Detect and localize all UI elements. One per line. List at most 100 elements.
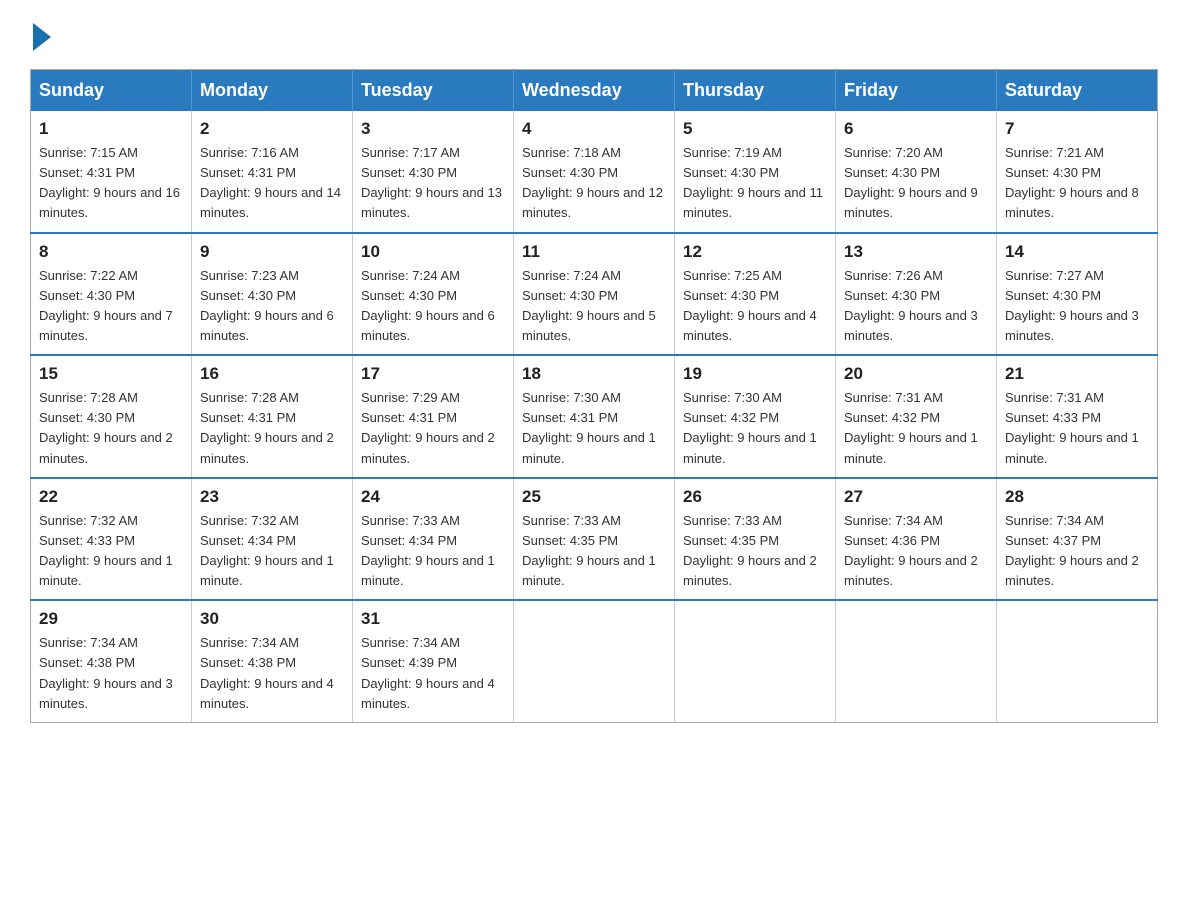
calendar-cell: 12 Sunrise: 7:25 AM Sunset: 4:30 PM Dayl… — [675, 233, 836, 356]
day-number: 31 — [361, 609, 505, 629]
calendar-cell: 26 Sunrise: 7:33 AM Sunset: 4:35 PM Dayl… — [675, 478, 836, 601]
calendar-cell: 11 Sunrise: 7:24 AM Sunset: 4:30 PM Dayl… — [514, 233, 675, 356]
day-number: 28 — [1005, 487, 1149, 507]
day-number: 13 — [844, 242, 988, 262]
calendar-cell: 14 Sunrise: 7:27 AM Sunset: 4:30 PM Dayl… — [997, 233, 1158, 356]
day-info: Sunrise: 7:33 AM Sunset: 4:35 PM Dayligh… — [522, 511, 666, 592]
day-number: 10 — [361, 242, 505, 262]
day-number: 2 — [200, 119, 344, 139]
day-number: 12 — [683, 242, 827, 262]
day-info: Sunrise: 7:34 AM Sunset: 4:38 PM Dayligh… — [200, 633, 344, 714]
day-info: Sunrise: 7:23 AM Sunset: 4:30 PM Dayligh… — [200, 266, 344, 347]
day-info: Sunrise: 7:17 AM Sunset: 4:30 PM Dayligh… — [361, 143, 505, 224]
day-number: 29 — [39, 609, 183, 629]
day-number: 8 — [39, 242, 183, 262]
day-info: Sunrise: 7:24 AM Sunset: 4:30 PM Dayligh… — [361, 266, 505, 347]
day-number: 19 — [683, 364, 827, 384]
day-number: 24 — [361, 487, 505, 507]
calendar-cell: 13 Sunrise: 7:26 AM Sunset: 4:30 PM Dayl… — [836, 233, 997, 356]
day-info: Sunrise: 7:21 AM Sunset: 4:30 PM Dayligh… — [1005, 143, 1149, 224]
calendar-week-row: 8 Sunrise: 7:22 AM Sunset: 4:30 PM Dayli… — [31, 233, 1158, 356]
day-number: 18 — [522, 364, 666, 384]
calendar-cell: 20 Sunrise: 7:31 AM Sunset: 4:32 PM Dayl… — [836, 355, 997, 478]
calendar-cell: 22 Sunrise: 7:32 AM Sunset: 4:33 PM Dayl… — [31, 478, 192, 601]
day-info: Sunrise: 7:28 AM Sunset: 4:31 PM Dayligh… — [200, 388, 344, 469]
day-number: 1 — [39, 119, 183, 139]
day-number: 23 — [200, 487, 344, 507]
calendar-cell: 30 Sunrise: 7:34 AM Sunset: 4:38 PM Dayl… — [192, 600, 353, 722]
calendar-cell — [514, 600, 675, 722]
calendar-cell: 27 Sunrise: 7:34 AM Sunset: 4:36 PM Dayl… — [836, 478, 997, 601]
weekday-header-monday: Monday — [192, 70, 353, 112]
day-number: 15 — [39, 364, 183, 384]
calendar-cell: 3 Sunrise: 7:17 AM Sunset: 4:30 PM Dayli… — [353, 111, 514, 233]
day-number: 11 — [522, 242, 666, 262]
calendar-body: 1 Sunrise: 7:15 AM Sunset: 4:31 PM Dayli… — [31, 111, 1158, 722]
calendar-cell: 7 Sunrise: 7:21 AM Sunset: 4:30 PM Dayli… — [997, 111, 1158, 233]
day-info: Sunrise: 7:30 AM Sunset: 4:31 PM Dayligh… — [522, 388, 666, 469]
day-info: Sunrise: 7:31 AM Sunset: 4:32 PM Dayligh… — [844, 388, 988, 469]
day-number: 4 — [522, 119, 666, 139]
calendar-cell: 21 Sunrise: 7:31 AM Sunset: 4:33 PM Dayl… — [997, 355, 1158, 478]
day-info: Sunrise: 7:26 AM Sunset: 4:30 PM Dayligh… — [844, 266, 988, 347]
calendar-cell: 8 Sunrise: 7:22 AM Sunset: 4:30 PM Dayli… — [31, 233, 192, 356]
day-info: Sunrise: 7:31 AM Sunset: 4:33 PM Dayligh… — [1005, 388, 1149, 469]
calendar-cell: 16 Sunrise: 7:28 AM Sunset: 4:31 PM Dayl… — [192, 355, 353, 478]
day-number: 25 — [522, 487, 666, 507]
weekday-header-friday: Friday — [836, 70, 997, 112]
weekday-header-saturday: Saturday — [997, 70, 1158, 112]
day-number: 17 — [361, 364, 505, 384]
calendar-cell: 28 Sunrise: 7:34 AM Sunset: 4:37 PM Dayl… — [997, 478, 1158, 601]
calendar-cell: 19 Sunrise: 7:30 AM Sunset: 4:32 PM Dayl… — [675, 355, 836, 478]
weekday-header-thursday: Thursday — [675, 70, 836, 112]
calendar-cell: 23 Sunrise: 7:32 AM Sunset: 4:34 PM Dayl… — [192, 478, 353, 601]
calendar-cell: 6 Sunrise: 7:20 AM Sunset: 4:30 PM Dayli… — [836, 111, 997, 233]
day-info: Sunrise: 7:32 AM Sunset: 4:34 PM Dayligh… — [200, 511, 344, 592]
calendar-week-row: 1 Sunrise: 7:15 AM Sunset: 4:31 PM Dayli… — [31, 111, 1158, 233]
calendar-cell: 24 Sunrise: 7:33 AM Sunset: 4:34 PM Dayl… — [353, 478, 514, 601]
logo-arrow-icon — [33, 23, 51, 51]
calendar-cell: 17 Sunrise: 7:29 AM Sunset: 4:31 PM Dayl… — [353, 355, 514, 478]
calendar-cell — [997, 600, 1158, 722]
calendar-cell: 4 Sunrise: 7:18 AM Sunset: 4:30 PM Dayli… — [514, 111, 675, 233]
day-number: 27 — [844, 487, 988, 507]
calendar-cell: 18 Sunrise: 7:30 AM Sunset: 4:31 PM Dayl… — [514, 355, 675, 478]
calendar-cell: 29 Sunrise: 7:34 AM Sunset: 4:38 PM Dayl… — [31, 600, 192, 722]
day-info: Sunrise: 7:29 AM Sunset: 4:31 PM Dayligh… — [361, 388, 505, 469]
day-number: 7 — [1005, 119, 1149, 139]
weekday-header-tuesday: Tuesday — [353, 70, 514, 112]
calendar-table: SundayMondayTuesdayWednesdayThursdayFrid… — [30, 69, 1158, 723]
calendar-cell: 5 Sunrise: 7:19 AM Sunset: 4:30 PM Dayli… — [675, 111, 836, 233]
calendar-cell — [675, 600, 836, 722]
day-info: Sunrise: 7:22 AM Sunset: 4:30 PM Dayligh… — [39, 266, 183, 347]
calendar-cell: 1 Sunrise: 7:15 AM Sunset: 4:31 PM Dayli… — [31, 111, 192, 233]
day-info: Sunrise: 7:34 AM Sunset: 4:37 PM Dayligh… — [1005, 511, 1149, 592]
calendar-header: SundayMondayTuesdayWednesdayThursdayFrid… — [31, 70, 1158, 112]
day-number: 16 — [200, 364, 344, 384]
day-number: 3 — [361, 119, 505, 139]
calendar-cell: 15 Sunrise: 7:28 AM Sunset: 4:30 PM Dayl… — [31, 355, 192, 478]
calendar-cell: 10 Sunrise: 7:24 AM Sunset: 4:30 PM Dayl… — [353, 233, 514, 356]
page-header — [30, 20, 1158, 49]
logo-top — [30, 20, 51, 51]
weekday-header-wednesday: Wednesday — [514, 70, 675, 112]
calendar-cell — [836, 600, 997, 722]
calendar-week-row: 15 Sunrise: 7:28 AM Sunset: 4:30 PM Dayl… — [31, 355, 1158, 478]
day-info: Sunrise: 7:20 AM Sunset: 4:30 PM Dayligh… — [844, 143, 988, 224]
day-info: Sunrise: 7:15 AM Sunset: 4:31 PM Dayligh… — [39, 143, 183, 224]
day-info: Sunrise: 7:33 AM Sunset: 4:35 PM Dayligh… — [683, 511, 827, 592]
calendar-cell: 25 Sunrise: 7:33 AM Sunset: 4:35 PM Dayl… — [514, 478, 675, 601]
day-number: 14 — [1005, 242, 1149, 262]
day-info: Sunrise: 7:34 AM Sunset: 4:38 PM Dayligh… — [39, 633, 183, 714]
day-info: Sunrise: 7:30 AM Sunset: 4:32 PM Dayligh… — [683, 388, 827, 469]
calendar-cell: 31 Sunrise: 7:34 AM Sunset: 4:39 PM Dayl… — [353, 600, 514, 722]
day-number: 9 — [200, 242, 344, 262]
day-info: Sunrise: 7:27 AM Sunset: 4:30 PM Dayligh… — [1005, 266, 1149, 347]
day-number: 6 — [844, 119, 988, 139]
day-info: Sunrise: 7:16 AM Sunset: 4:31 PM Dayligh… — [200, 143, 344, 224]
calendar-week-row: 29 Sunrise: 7:34 AM Sunset: 4:38 PM Dayl… — [31, 600, 1158, 722]
day-number: 5 — [683, 119, 827, 139]
calendar-cell: 9 Sunrise: 7:23 AM Sunset: 4:30 PM Dayli… — [192, 233, 353, 356]
day-number: 22 — [39, 487, 183, 507]
logo — [30, 20, 51, 49]
